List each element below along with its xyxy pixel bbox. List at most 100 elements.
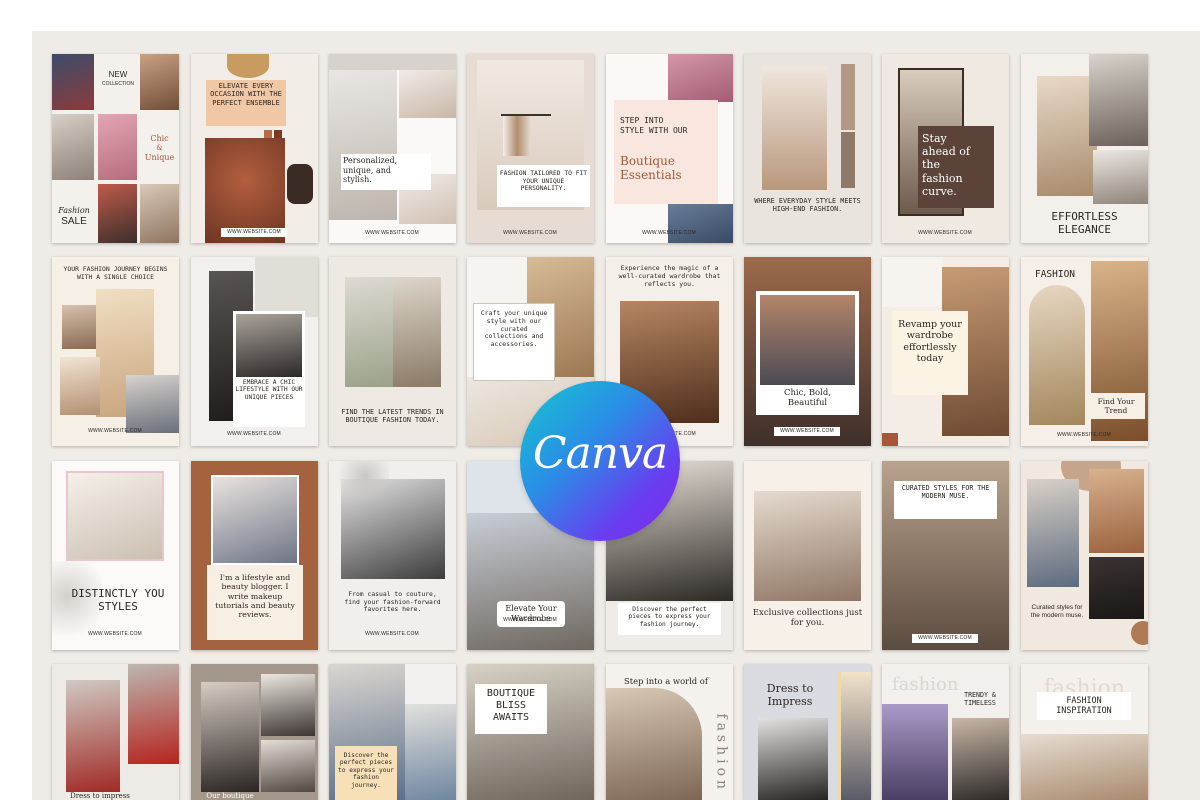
template-card-r2c2[interactable]: EMBRACE A CHIC LIFESTYLE WITH OUR UNIQUE… (191, 257, 318, 446)
photo-black-jacket (201, 682, 259, 792)
template-card-r4c6[interactable]: Dress to Impress (744, 664, 871, 800)
template-card-r4c3[interactable]: Discover the perfect pieces to express y… (329, 664, 456, 800)
template-card-r4c7[interactable]: fashion TRENDY & TIMELESS (882, 664, 1009, 800)
photo-woman-seated (1089, 54, 1148, 146)
headline: WHERE EVERYDAY STYLE MEETS HIGH-END FASH… (754, 197, 861, 214)
headline: Discover the perfect pieces to express y… (628, 606, 711, 628)
template-card-r1c8[interactable]: EFFORTLESS ELEGANCE (1021, 54, 1148, 243)
photo-jeans (668, 204, 733, 243)
headline: Revamp your wardrobe effortlessly today (898, 319, 962, 365)
vertical-word: fashion (713, 713, 730, 794)
headline: Stay ahead of the fashion curve. (922, 132, 970, 198)
sale-label: SALE (61, 216, 87, 227)
photo-blazer-woman (952, 718, 1009, 800)
new-label: NEW (108, 70, 128, 79)
website-label: WWW.WEBSITE.COM (642, 230, 696, 236)
template-card-r1c6[interactable]: WHERE EVERYDAY STYLE MEETS HIGH-END FASH… (744, 54, 871, 243)
photo-bag (62, 305, 96, 349)
photo-portrait (261, 740, 315, 792)
photo-earrings (66, 471, 164, 561)
photo-denim-woman-2 (405, 704, 456, 800)
template-card-r4c5[interactable]: Step into a world of fashion (606, 664, 733, 800)
swatch-rust (882, 433, 898, 446)
template-card-r4c1[interactable]: Dress to impress (52, 664, 179, 800)
template-card-r3c7[interactable]: CURATED STYLES FOR THE MODERN MUSE. WWW.… (882, 461, 1009, 650)
photo-shop (60, 357, 100, 415)
headline: Step into a world of (624, 676, 708, 686)
photo-accessories (98, 184, 137, 243)
headline: Exclusive collections just for you. (752, 608, 863, 629)
headline-line1: STEP INTO STYLE WITH OUR (620, 116, 688, 135)
template-card-r3c6[interactable]: Exclusive collections just for you. (744, 461, 871, 650)
headline: YOUR FASHION JOURNEY BEGINS WITH A SINGL… (63, 265, 168, 281)
headline: Experience the magic of a well-curated w… (618, 264, 721, 288)
circle-deco-2 (1131, 621, 1148, 645)
template-card-r1c3[interactable]: Personalized, unique, and stylish. WWW.W… (329, 54, 456, 243)
template-card-r3c1[interactable]: DISTINCTLY YOU STYLES WWW.WEBSITE.COM (52, 461, 179, 650)
photo-red-suit (66, 680, 120, 792)
line-art (882, 257, 942, 307)
headline: I'm a lifestyle and beauty blogger. I wr… (215, 573, 295, 620)
headline: EFFORTLESS ELEGANCE (1051, 210, 1118, 237)
collection-label: COLLECTION (102, 81, 134, 87)
photo-fabric (606, 688, 702, 800)
photo-sunglasses-woman (261, 674, 315, 736)
leaf-shadow (329, 461, 389, 501)
headline: Personalized, unique, and stylish. (343, 156, 398, 185)
template-card-r1c2[interactable]: ELEVATE EVERY OCCASION WITH THE PERFECT … (191, 54, 318, 243)
photo-bag-frame (233, 311, 305, 381)
photo-strip (838, 672, 871, 800)
photo-plant (345, 277, 393, 387)
photo-pink-sweater (668, 54, 733, 102)
website-label: WWW.WEBSITE.COM (227, 431, 281, 437)
photo-trench-woman (393, 277, 441, 387)
photo-hanger-top (762, 66, 827, 190)
photo-shelf (329, 54, 456, 70)
template-card-r2c3[interactable]: FIND THE LATEST TRENDS IN BOUTIQUE FASHI… (329, 257, 456, 446)
website-label: WWW.WEBSITE.COM (365, 230, 419, 236)
photo-woman-store (140, 54, 179, 110)
website-label: WWW.WEBSITE.COM (918, 635, 972, 641)
template-card-r2c6[interactable]: Chic, Bold, Beautiful WWW.WEBSITE.COM (744, 257, 871, 446)
website-label: WWW.WEBSITE.COM (1057, 432, 1111, 438)
photo-woman-blazer (1089, 469, 1144, 553)
template-card-r4c8[interactable]: fashion FASHION INSPIRATION (1021, 664, 1148, 800)
photo-dress-hands (211, 475, 299, 565)
photo-desk (1021, 734, 1148, 800)
photo-hat (227, 54, 269, 78)
template-card-r1c4[interactable]: FASHION TAILORED TO FIT YOUR UNIQUE PERS… (467, 54, 594, 243)
template-card-r3c2[interactable]: I'm a lifestyle and beauty blogger. I wr… (191, 461, 318, 650)
template-card-r3c8[interactable]: Curated styles for the modern muse. (1021, 461, 1148, 650)
photo-heels (399, 70, 456, 118)
photo-sandals (287, 164, 313, 204)
photo-woman-denim (1027, 479, 1079, 587)
headline: From casual to couture, find your fashio… (344, 590, 441, 614)
headline: Dress to Impress (766, 682, 814, 709)
chic-label: Chic (150, 134, 169, 143)
template-card-r4c2[interactable]: Our boutique (191, 664, 318, 800)
template-card-r2c8[interactable]: FASHION Find Your Trend WWW.WEBSITE.COM (1021, 257, 1148, 446)
title: FASHION (1034, 269, 1076, 280)
headline: Dress to impress (70, 792, 130, 800)
website-label: WWW.WEBSITE.COM (365, 631, 419, 637)
headline: TRENDY & TIMELESS (964, 691, 996, 707)
photo-panel (255, 257, 318, 317)
template-card-r4c4[interactable]: BOUTIQUE BLISS AWAITS (467, 664, 594, 800)
headline: Discover the perfect pieces to express y… (338, 752, 394, 789)
photo-jewelry (52, 114, 94, 180)
template-card-r1c5[interactable]: STEP INTO STYLE WITH OUR Boutique Essent… (606, 54, 733, 243)
website-label: WWW.WEBSITE.COM (918, 230, 972, 236)
headline: BOUTIQUE BLISS AWAITS (486, 688, 536, 723)
photo-rack (140, 184, 179, 243)
template-card-r2c1[interactable]: YOUR FASHION JOURNEY BEGINS WITH A SINGL… (52, 257, 179, 446)
template-card-r2c7[interactable]: Revamp your wardrobe effortlessly today (882, 257, 1009, 446)
template-card-r1c1[interactable]: NEW COLLECTION Chic & Unique Fashion SAL… (52, 54, 179, 243)
swatch-brown (841, 64, 855, 130)
template-card-r1c7[interactable]: Stay ahead of the fashion curve. WWW.WEB… (882, 54, 1009, 243)
template-card-r3c3[interactable]: From casual to couture, find your fashio… (329, 461, 456, 650)
website-label: WWW.WEBSITE.COM (227, 229, 281, 235)
rack-clothes (503, 116, 531, 156)
fashion-label: Fashion (58, 206, 90, 215)
unique-label: Unique (144, 153, 175, 162)
headline: Chic, Bold, Beautiful (783, 388, 832, 409)
